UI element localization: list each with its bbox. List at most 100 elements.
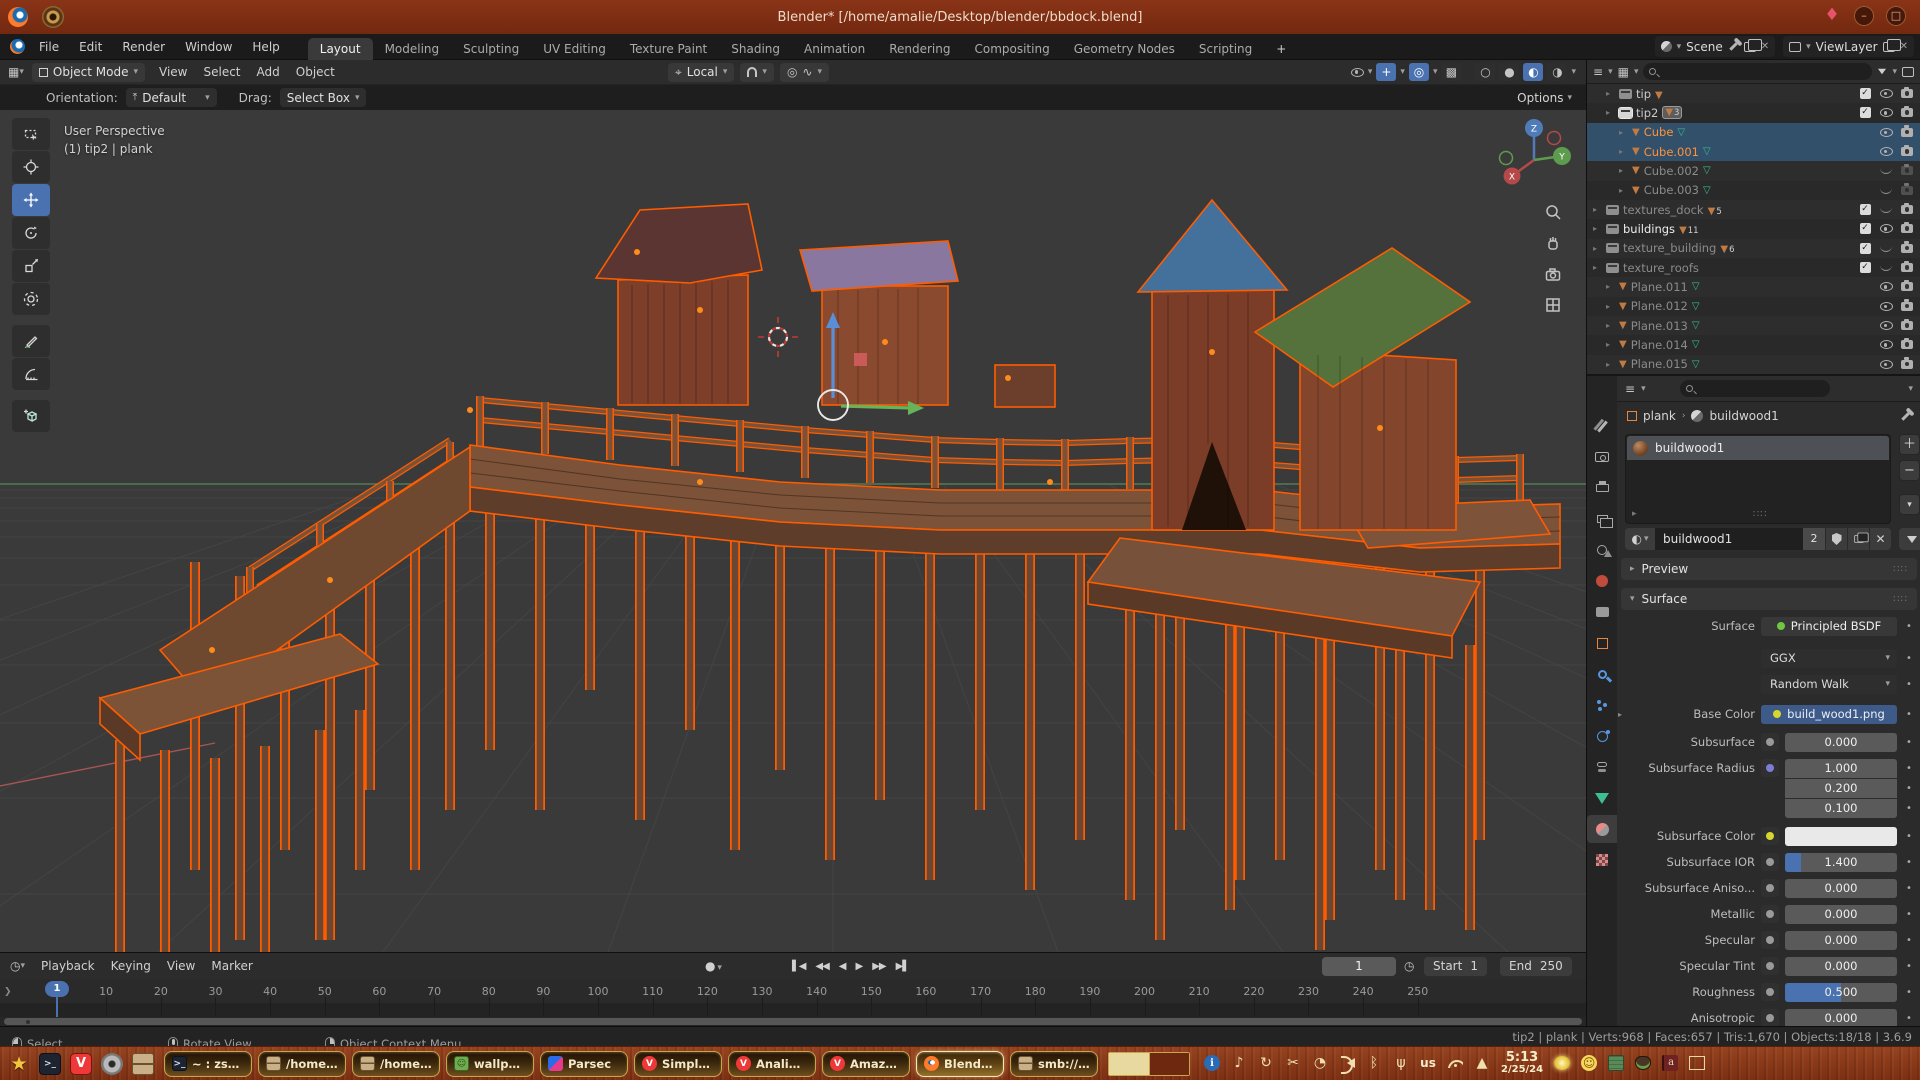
launcher-media-wheel[interactable] [101, 1053, 123, 1075]
scene-selector[interactable]: ▾ Scene ✕ [1655, 36, 1776, 57]
slot-grip[interactable]: ∷∷ [1753, 509, 1768, 520]
use-preview-range-icon[interactable]: ◷ [1404, 959, 1414, 973]
properties-tab-object[interactable] [1587, 629, 1617, 657]
taskbar-window-3[interactable]: ☺wallpap... [446, 1051, 534, 1077]
axis-neg-y-handle[interactable] [1500, 152, 1513, 165]
animate-decorator-dot[interactable]: • [1903, 987, 1915, 998]
xray-toggle[interactable]: ▩ [1441, 63, 1461, 81]
add-workspace-button[interactable]: + [1264, 38, 1298, 60]
transform-orientation[interactable]: ⌖Local▾ [668, 63, 734, 82]
menu-help[interactable]: Help [242, 34, 289, 60]
outliner-row-Plane.013[interactable]: ▸▼Plane.013▽ [1587, 316, 1920, 335]
workspace-2[interactable] [1149, 1053, 1189, 1075]
value-slider[interactable]: 0.000 [1785, 905, 1897, 924]
tray-updates-icon[interactable]: ↻ [1258, 1054, 1274, 1072]
disclosure-icon[interactable]: ▸ [1619, 166, 1628, 175]
fake-user-button[interactable] [1825, 528, 1847, 550]
eye-open-icon[interactable] [1880, 108, 1893, 117]
texture-field[interactable]: build_wood1.png [1761, 705, 1897, 724]
preview-panel-header[interactable]: ▸Preview∷∷ [1621, 558, 1917, 580]
exclude-checkbox[interactable]: ✓ [1860, 223, 1871, 234]
remove-slot-button[interactable]: − [1899, 460, 1920, 481]
disclosure-icon[interactable]: ▸ [1619, 147, 1628, 156]
outliner-row-Plane.014[interactable]: ▸▼Plane.014▽ [1587, 335, 1920, 354]
exclude-checkbox[interactable]: ✓ [1860, 262, 1871, 273]
disclosure-icon[interactable]: ▸ [1606, 321, 1615, 330]
outliner-row-Cube.001[interactable]: ▸▼Cube.001▽ [1587, 142, 1920, 161]
taskbar-window-7[interactable]: VAmazon... [822, 1051, 910, 1077]
viewport-menu-select[interactable]: Select [195, 65, 248, 79]
cursor-tool[interactable] [12, 151, 50, 183]
material-name-field[interactable]: buildwood1 [1655, 528, 1803, 550]
transform-tool[interactable] [12, 283, 50, 315]
material-link-filter[interactable]: ▾ [1899, 528, 1920, 550]
properties-tab-data[interactable] [1587, 784, 1617, 812]
render-visibility-icon[interactable] [1901, 360, 1913, 369]
tray-keyboard-layout-icon[interactable]: us [1420, 1054, 1436, 1072]
timeline-menu-view[interactable]: View [159, 959, 203, 973]
add-slot-button[interactable]: ＋ [1899, 434, 1920, 455]
input-socket-toggle[interactable] [1761, 905, 1779, 923]
pan-hand-icon[interactable] [1544, 234, 1562, 252]
tray-show-desktop-icon[interactable] [1689, 1056, 1705, 1070]
animate-decorator-dot[interactable]: • [1903, 679, 1915, 690]
workspace-tab-sculpting[interactable]: Sculpting [451, 38, 531, 60]
properties-tab-constraints[interactable] [1587, 753, 1617, 781]
shading-rendered-button[interactable]: ◑ [1547, 63, 1567, 81]
properties-tab-viewlayer[interactable] [1587, 505, 1617, 533]
render-visibility-icon[interactable] [1901, 340, 1913, 349]
input-socket-toggle[interactable] [1761, 733, 1779, 751]
disclosure-icon[interactable]: ▸ [1606, 340, 1615, 349]
region-toggle-arrow[interactable]: ❯ [4, 987, 12, 997]
navigation-gizmo[interactable]: Z Y X [1492, 112, 1576, 196]
disclosure-icon[interactable]: ▸ [1606, 108, 1615, 117]
tray-panel-autohide-icon[interactable]: ▲ [1474, 1054, 1490, 1072]
annotate-tool[interactable] [12, 325, 50, 357]
copy-material-button[interactable] [1847, 528, 1869, 550]
material-slot-active[interactable]: buildwood1 [1627, 436, 1889, 460]
orientation-setting-dropdown[interactable]: ⤒Default▾ [126, 88, 217, 107]
perspective-switch-icon[interactable] [1544, 296, 1562, 314]
enum-dropdown[interactable]: Random Walk▾ [1761, 675, 1897, 694]
viewport-scene[interactable] [0, 110, 1586, 952]
animate-decorator-dot[interactable]: • [1903, 783, 1915, 794]
properties-tab-collection[interactable] [1587, 598, 1617, 626]
tray-smiley-icon[interactable]: ☺ [1581, 1055, 1597, 1071]
scale-tool[interactable] [12, 250, 50, 282]
taskbar-window-2[interactable]: /home/... [352, 1051, 440, 1077]
properties-tab-material[interactable] [1587, 815, 1617, 843]
viewport-menu-add[interactable]: Add [249, 65, 288, 79]
eye-open-icon[interactable] [1880, 147, 1893, 156]
menu-edit[interactable]: Edit [69, 34, 112, 60]
animate-decorator-dot[interactable]: • [1903, 803, 1915, 814]
material-users-count[interactable]: 2 [1803, 528, 1825, 550]
tray-lamp-icon[interactable] [1554, 1056, 1570, 1070]
eye-open-icon[interactable] [1880, 360, 1893, 369]
disclosure-icon[interactable]: ▸ [1606, 89, 1615, 98]
animate-decorator-dot[interactable]: • [1903, 737, 1915, 748]
eye-open-icon[interactable] [1880, 321, 1893, 330]
axis-neg-x-handle[interactable] [1548, 132, 1561, 145]
timeline-menu-playback[interactable]: Playback [33, 959, 103, 973]
transport-button-0[interactable]: ▌◀ [787, 961, 810, 972]
value-slider[interactable]: 0.000 [1785, 931, 1897, 950]
render-visibility-icon[interactable] [1901, 263, 1913, 272]
value-slider[interactable]: 0.000 [1785, 1009, 1897, 1027]
timeline-editor[interactable]: ◷▾ PlaybackKeyingViewMarker ● ▾ ▌◀◀◀◀▶▶▶… [0, 952, 1586, 1026]
render-visibility-icon[interactable] [1901, 282, 1913, 291]
input-socket-toggle[interactable] [1761, 983, 1779, 1001]
drag-setting-dropdown[interactable]: Select Box▾ [280, 88, 367, 107]
current-frame-field[interactable]: 1 [1322, 957, 1396, 976]
new-scene-icon[interactable] [1744, 42, 1756, 52]
properties-tab-render[interactable] [1587, 443, 1617, 471]
viewport-3d[interactable]: ▦▾ Object Mode▾ ViewSelectAddObject ⌖Loc… [0, 60, 1586, 952]
value-slider[interactable]: 0.000 [1785, 957, 1897, 976]
slot-expand-icon[interactable]: ▸ [1632, 509, 1637, 520]
taskbar-window-1[interactable]: /home/... [258, 1051, 346, 1077]
transport-button-1[interactable]: ◀◀ [810, 961, 833, 972]
workspace-tab-uv-editing[interactable]: UV Editing [531, 38, 618, 60]
tray-info-icon[interactable]: i [1204, 1055, 1220, 1071]
animate-decorator-dot[interactable]: • [1903, 909, 1915, 920]
properties-options-icon[interactable]: ▾ [1908, 384, 1913, 394]
animate-decorator-dot[interactable]: • [1903, 883, 1915, 894]
